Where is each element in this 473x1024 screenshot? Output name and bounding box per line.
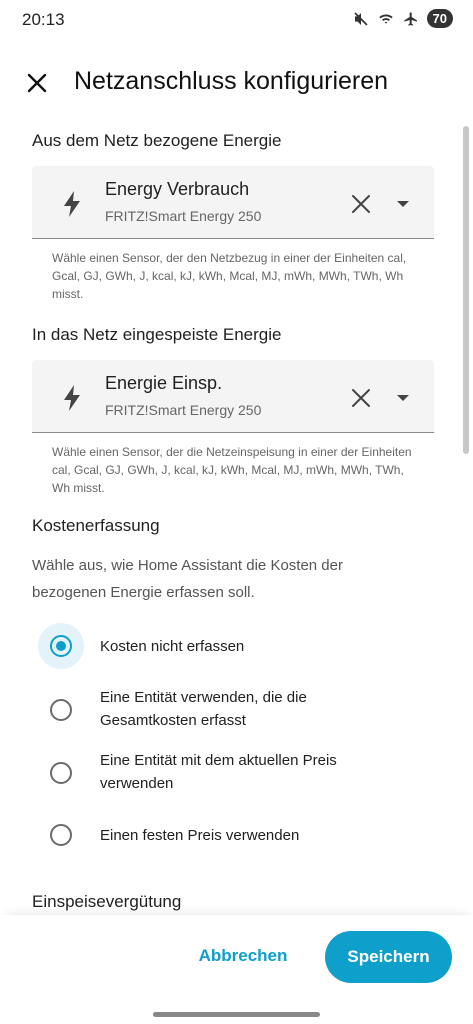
- grid-consumption-helper: Wähle einen Sensor, der den Netzbezug in…: [52, 251, 407, 301]
- battery-indicator: 70: [426, 9, 453, 28]
- radio-label: Einen festen Preis verwenden: [100, 827, 300, 844]
- entity-device: FRITZ!Smart Energy 250: [105, 208, 262, 224]
- status-time: 20:13: [22, 10, 65, 29]
- cost-tracking-description: Wähle aus, wie Home Assistant die Kosten…: [32, 557, 343, 601]
- radio-option-no-cost[interactable]: Kosten nicht erfassen: [32, 623, 432, 669]
- radio-option-fixed-price[interactable]: Einen festen Preis verwenden: [32, 824, 432, 850]
- radio-button[interactable]: [50, 824, 72, 846]
- radio-label: Kosten nicht erfassen: [100, 638, 245, 655]
- close-icon[interactable]: [22, 68, 52, 98]
- status-bar: 20:13 70: [0, 0, 473, 44]
- dropdown-arrow-icon[interactable]: [396, 199, 410, 209]
- dialog-title: Netzanschluss konfigurieren: [74, 67, 389, 95]
- radio-button[interactable]: [50, 699, 72, 721]
- radio-label: Eine Entität verwenden, die die Gesamtko…: [100, 689, 307, 729]
- cancel-button[interactable]: Abbrechen: [188, 941, 298, 971]
- dialog-actions: Abbrechen Speichern: [0, 915, 473, 1024]
- radio-option-current-price-entity[interactable]: Eine Entität mit dem aktuellen Preis ver…: [32, 749, 432, 799]
- radio-button[interactable]: [50, 762, 72, 784]
- grid-return-entity-picker[interactable]: Energie Einsp. FRITZ!Smart Energy 250: [32, 360, 434, 433]
- cost-tracking-title: Kostenerfassung: [32, 516, 160, 535]
- dropdown-arrow-icon[interactable]: [396, 393, 410, 403]
- radio-option-total-cost-entity[interactable]: Eine Entität verwenden, die die Gesamtko…: [32, 686, 432, 736]
- clear-icon[interactable]: [350, 193, 372, 215]
- scrollbar[interactable]: [463, 126, 469, 454]
- grid-return-label: In das Netz eingespeiste Energie: [32, 325, 282, 344]
- feed-in-compensation-title: Einspeisevergütung: [32, 892, 182, 911]
- wifi-icon: [378, 14, 393, 24]
- flash-icon: [64, 191, 80, 217]
- radio-label: Eine Entität mit dem aktuellen Preis ver…: [100, 752, 337, 792]
- airplane-icon: [403, 11, 417, 26]
- mute-icon: [353, 11, 368, 26]
- grid-consumption-label: Aus dem Netz bezogene Energie: [32, 131, 282, 150]
- radio-button[interactable]: [50, 635, 72, 657]
- status-icons: 70: [353, 9, 453, 28]
- grid-return-helper: Wähle einen Sensor, der die Netzeinspeis…: [52, 445, 412, 495]
- dialog-header: Netzanschluss konfigurieren: [0, 56, 473, 112]
- grid-consumption-entity-picker[interactable]: Energy Verbrauch FRITZ!Smart Energy 250: [32, 166, 434, 239]
- entity-device: FRITZ!Smart Energy 250: [105, 402, 262, 418]
- home-indicator[interactable]: [153, 1012, 320, 1017]
- flash-icon: [64, 385, 80, 411]
- save-button[interactable]: Speichern: [325, 931, 452, 983]
- entity-name: Energy Verbrauch: [105, 179, 250, 199]
- entity-name: Energie Einsp.: [105, 373, 223, 393]
- clear-icon[interactable]: [350, 387, 372, 409]
